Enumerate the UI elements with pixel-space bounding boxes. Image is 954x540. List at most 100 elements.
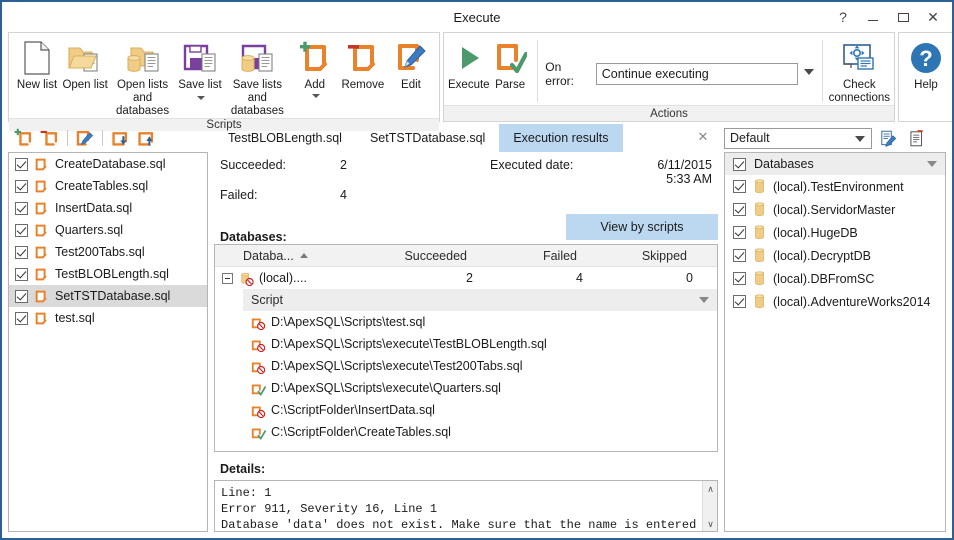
list-item[interactable]: SetTSTDatabase.sql (9, 285, 207, 307)
tab-settstdatabase-sql[interactable]: SetTSTDatabase.sql (356, 124, 499, 152)
profile-select[interactable]: Default (724, 127, 872, 149)
open-lists-databases-label: Open lists and databases (116, 79, 170, 117)
chevron-down-icon[interactable] (855, 135, 865, 142)
database-checkbox[interactable] (733, 203, 746, 216)
check-connections-label: Check connections (828, 79, 890, 104)
details-scrollbar[interactable]: ∧ ∨ (702, 481, 717, 531)
view-by-scripts-button[interactable]: View by scripts (566, 214, 718, 240)
new-list-button[interactable]: New list (13, 36, 61, 104)
script-file-icon (35, 202, 47, 214)
list-item[interactable]: CreateDatabase.sql (9, 153, 207, 175)
grid-header-database[interactable]: Databa... (215, 249, 365, 263)
list-item[interactable]: (local).DBFromSC (725, 267, 945, 290)
scroll-down-icon[interactable]: ∨ (703, 516, 717, 531)
grid-header-failed[interactable]: Failed (475, 249, 585, 263)
database-checkbox[interactable] (733, 272, 746, 285)
help-window-button[interactable]: ? (828, 4, 858, 30)
list-item[interactable]: test.sql (9, 307, 207, 329)
details-textarea[interactable]: Line: 1 Error 911, Severity 16, Line 1 D… (214, 480, 718, 532)
open-list-button[interactable]: Open list (61, 36, 109, 104)
manage-list-button[interactable] (904, 127, 928, 149)
list-item[interactable]: (local).DecryptDB (725, 244, 945, 267)
script-result-row[interactable]: C:\ScriptFolder\InsertData.sql (215, 399, 717, 421)
tab-testbloblength-sql[interactable]: TestBLOBLength.sql (214, 124, 356, 152)
list-item[interactable]: Quarters.sql (9, 219, 207, 241)
collapse-icon[interactable] (222, 272, 233, 284)
script-checkbox[interactable] (15, 201, 28, 215)
script-checkbox[interactable] (15, 289, 28, 303)
filter-dropdown-icon[interactable] (927, 161, 937, 167)
list-item[interactable]: (local).AdventureWorks2014 (725, 290, 945, 313)
maximize-button[interactable] (888, 4, 918, 30)
databases-list[interactable]: Databases (local).TestEnvironment (local)… (724, 152, 946, 532)
script-result-row[interactable]: D:\ApexSQL\Scripts\execute\Quarters.sql (215, 377, 717, 399)
databases-header-label: Databases (754, 157, 814, 171)
databases-toolbar: Default (724, 124, 946, 152)
script-result-row[interactable]: D:\ApexSQL\Scripts\test.sql (215, 311, 717, 333)
filter-dropdown-icon[interactable] (699, 297, 709, 303)
edit-button[interactable]: Edit (387, 36, 435, 104)
ribbon-divider (536, 40, 538, 102)
script-name: Test200Tabs.sql (55, 245, 145, 259)
chevron-down-icon[interactable] (197, 95, 206, 100)
tab-execution-results[interactable]: Execution results (499, 124, 623, 152)
move-up-button[interactable] (134, 127, 158, 149)
script-checkbox[interactable] (15, 179, 28, 193)
list-item[interactable]: (local).TestEnvironment (725, 175, 945, 198)
add-script-button[interactable] (12, 127, 36, 149)
move-down-button[interactable] (108, 127, 132, 149)
scroll-up-icon[interactable]: ∧ (703, 481, 717, 496)
list-item[interactable]: (local).HugeDB (725, 221, 945, 244)
help-label: Help (914, 79, 938, 91)
remove-button[interactable]: Remove (339, 36, 387, 104)
scripts-list[interactable]: CreateDatabase.sql CreateTables.sql Inse… (8, 152, 208, 532)
remove-script-button[interactable] (38, 127, 62, 149)
database-checkbox[interactable] (733, 295, 746, 308)
results-grid[interactable]: Databa... Succeeded Failed Skipped (loca… (214, 244, 718, 452)
minimize-button[interactable] (858, 4, 888, 30)
save-list-button[interactable]: Save list (176, 36, 224, 105)
list-item[interactable]: (local).ServidorMaster (725, 198, 945, 221)
edit-databases-button[interactable] (876, 127, 900, 149)
script-result-row[interactable]: D:\ApexSQL\Scripts\execute\TestBLOBLengt… (215, 333, 717, 355)
script-checkbox[interactable] (15, 157, 28, 171)
script-path: C:\ScriptFolder\InsertData.sql (271, 403, 435, 417)
edit-script-button[interactable] (73, 127, 97, 149)
script-name: CreateDatabase.sql (55, 157, 166, 171)
parse-button[interactable]: Parse (490, 36, 531, 104)
help-button[interactable]: ? Help (903, 36, 949, 104)
check-connections-button[interactable]: Check connections (829, 36, 890, 105)
tab-close-button[interactable]: ✕ (694, 128, 712, 146)
script-result-row[interactable]: C:\ScriptFolder\CreateTables.sql (215, 421, 717, 443)
add-button[interactable]: Add (291, 36, 339, 104)
chevron-down-icon[interactable] (803, 69, 814, 75)
list-item[interactable]: TestBLOBLength.sql (9, 263, 207, 285)
script-path: D:\ApexSQL\Scripts\test.sql (271, 315, 426, 329)
script-result-row[interactable]: D:\ApexSQL\Scripts\execute\Test200Tabs.s… (215, 355, 717, 377)
save-lists-databases-button[interactable]: Save lists and databases (224, 36, 291, 118)
execute-button[interactable]: Execute (448, 36, 490, 104)
close-button[interactable]: ✕ (918, 4, 948, 30)
script-checkbox[interactable] (15, 245, 28, 259)
select-all-checkbox[interactable] (733, 157, 746, 171)
script-checkbox[interactable] (15, 311, 28, 325)
script-column-label: Script (251, 293, 283, 307)
database-checkbox[interactable] (733, 226, 746, 239)
on-error-select[interactable]: Continue executing (595, 63, 814, 85)
remove-script-icon (346, 40, 380, 76)
grid-header-skipped[interactable]: Skipped (585, 249, 695, 263)
script-checkbox[interactable] (15, 267, 28, 281)
database-checkbox[interactable] (733, 180, 746, 193)
grid-header-succeeded[interactable]: Succeeded (365, 249, 475, 263)
edit-list-icon (880, 130, 896, 147)
list-item[interactable]: CreateTables.sql (9, 175, 207, 197)
database-checkbox[interactable] (733, 249, 746, 262)
script-checkbox[interactable] (15, 223, 28, 237)
chevron-down-icon[interactable] (312, 94, 321, 98)
list-item[interactable]: Test200Tabs.sql (9, 241, 207, 263)
executed-date-label: Executed date: (490, 158, 574, 172)
list-item[interactable]: InsertData.sql (9, 197, 207, 219)
parse-check-icon (493, 40, 528, 76)
open-lists-databases-button[interactable]: Open lists and databases (109, 36, 176, 118)
table-row[interactable]: (local).... 2 4 0 (215, 267, 717, 289)
